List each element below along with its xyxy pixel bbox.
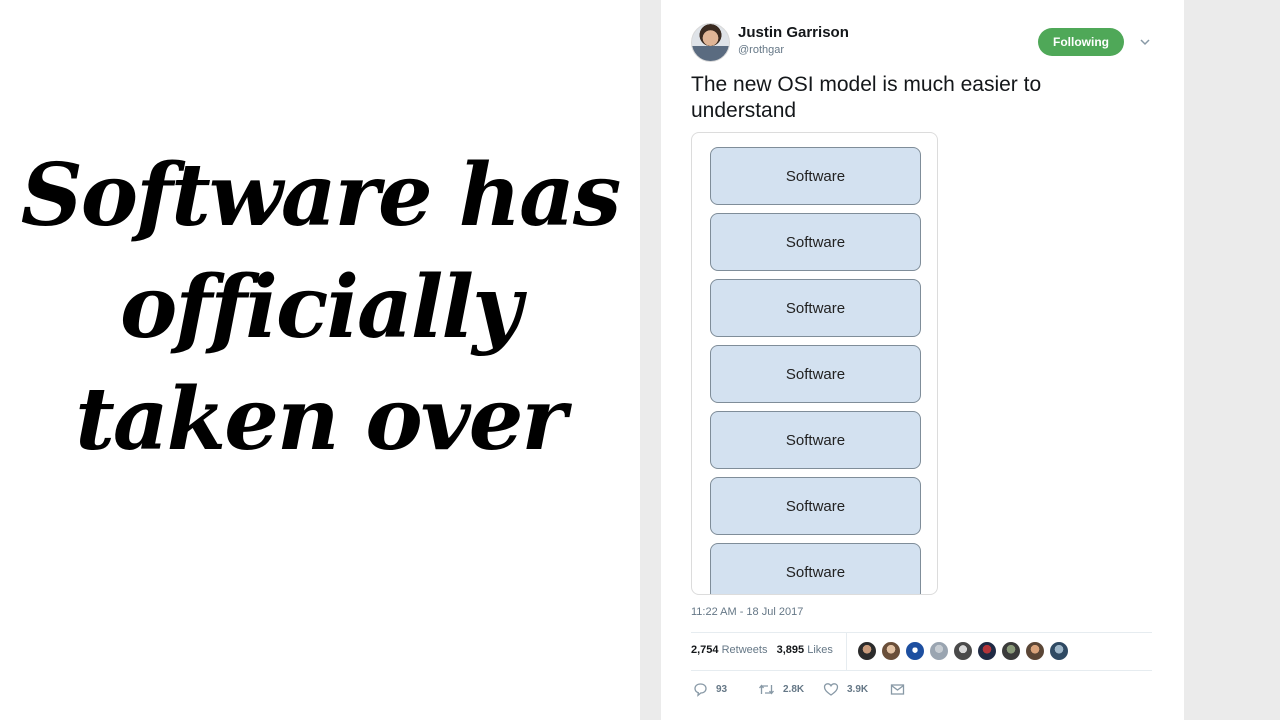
reply-count: 93 (716, 683, 728, 695)
liker-avatar[interactable] (857, 641, 877, 661)
liker-avatar[interactable] (953, 641, 973, 661)
osi-layer-box: Software (710, 543, 921, 594)
retweets-count[interactable]: 2,754 (691, 644, 719, 656)
heart-icon (823, 682, 839, 696)
tweet-image[interactable]: Software Software Software Software Soft… (691, 132, 938, 595)
like-button[interactable]: 3.9K (823, 680, 868, 698)
reply-button[interactable]: 93 (693, 680, 727, 698)
osi-layer-box: Software (710, 477, 921, 535)
slide-title-line: officially (119, 257, 522, 358)
likes-count[interactable]: 3,895 (777, 644, 805, 656)
avatar[interactable] (691, 23, 730, 62)
slide-title-line: Software has (20, 145, 622, 246)
osi-layer-box: Software (710, 147, 921, 205)
divider (691, 670, 1152, 671)
envelope-icon (890, 683, 905, 695)
reply-icon (694, 682, 707, 697)
slide-title-line: taken over (75, 369, 567, 470)
retweet-button[interactable]: 2.8K (758, 680, 804, 698)
like-count: 3.9K (847, 683, 869, 695)
liker-avatar[interactable] (929, 641, 949, 661)
stats-divider (846, 632, 847, 671)
osi-layer-box: Software (710, 279, 921, 337)
retweet-count: 2.8K (783, 683, 805, 695)
osi-layer-box: Software (710, 345, 921, 403)
liker-avatar[interactable] (905, 641, 925, 661)
liker-avatar[interactable] (1025, 641, 1045, 661)
slide-title: Software has officially taken over (0, 140, 640, 476)
following-button[interactable]: Following (1038, 28, 1124, 56)
author-handle[interactable]: @rothgar (738, 44, 784, 56)
liker-avatar[interactable] (881, 641, 901, 661)
slide-left-panel: Software has officially taken over (0, 0, 640, 720)
author-name[interactable]: Justin Garrison (738, 24, 849, 41)
tweet-timestamp[interactable]: 11:22 AM - 18 Jul 2017 (691, 606, 803, 618)
likes-label[interactable]: Likes (807, 644, 833, 656)
liker-avatar[interactable] (977, 641, 997, 661)
liker-avatar[interactable] (1049, 641, 1069, 661)
tweet-stats: 2,754 Retweets 3,895 Likes (691, 644, 833, 656)
osi-layer-box: Software (710, 411, 921, 469)
retweets-label[interactable]: Retweets (722, 644, 768, 656)
divider (691, 632, 1152, 633)
retweet-icon (758, 683, 775, 695)
tweet-text: The new OSI model is much easier to unde… (691, 73, 1042, 122)
osi-layer-box: Software (710, 213, 921, 271)
chevron-down-icon[interactable] (1138, 35, 1152, 49)
direct-message-button[interactable] (890, 680, 905, 698)
liker-avatar[interactable] (1001, 641, 1021, 661)
